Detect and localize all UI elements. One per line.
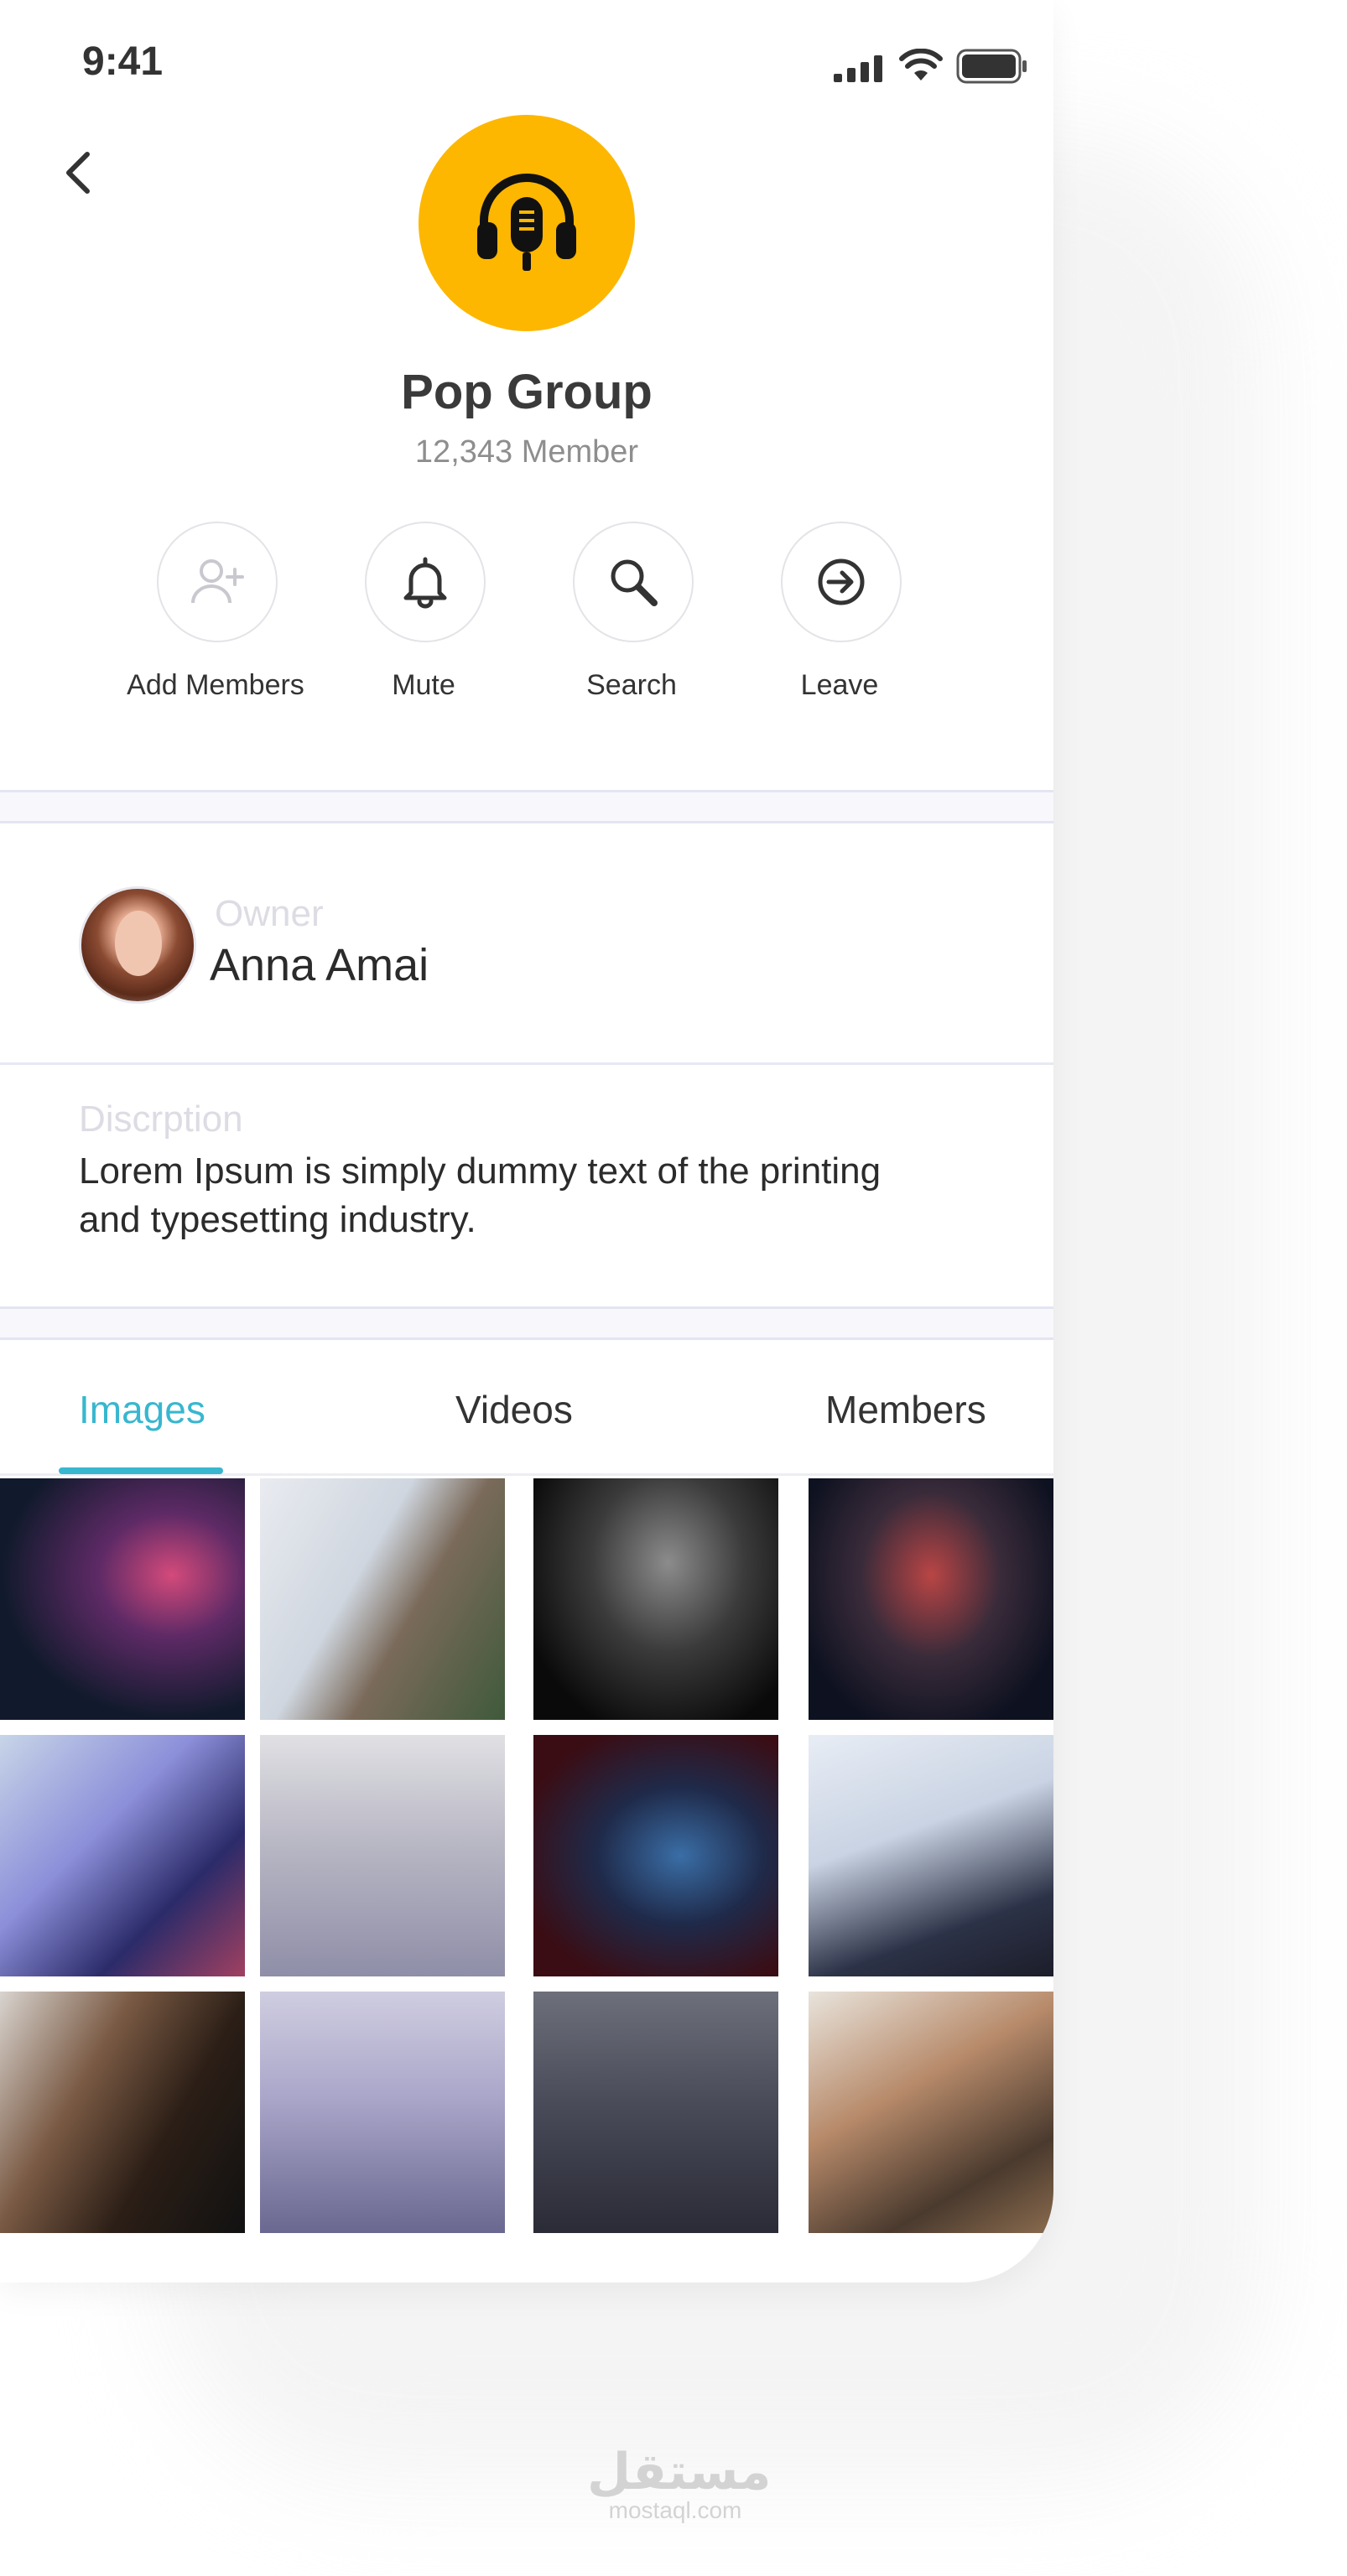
group-title: Pop Group	[401, 365, 653, 419]
search-icon	[611, 559, 658, 606]
phone-screen: 9:41 Pop Group 12,343 Member Add Members…	[0, 0, 1053, 2283]
search-circle[interactable]	[573, 522, 694, 642]
search-button[interactable]: Search	[528, 522, 738, 706]
mute-button[interactable]: Mute	[320, 522, 530, 706]
image-thumbnail[interactable]	[0, 1478, 245, 1720]
watermark-arabic: مستقل	[587, 2444, 772, 2500]
section-separator	[0, 790, 1053, 823]
leave-button[interactable]: Leave	[736, 522, 946, 706]
add-user-icon	[191, 559, 244, 604]
image-thumbnail[interactable]	[0, 1992, 245, 2233]
image-thumbnail[interactable]	[809, 1478, 1053, 1720]
image-thumbnail[interactable]	[809, 1992, 1053, 2233]
active-tab-indicator	[59, 1467, 223, 1474]
image-thumbnail[interactable]	[533, 1478, 778, 1720]
cellular-signal-icon	[834, 55, 882, 82]
tab-members[interactable]: Members	[825, 1387, 986, 1432]
owner-name[interactable]: Anna Amai	[210, 939, 429, 991]
image-thumbnail[interactable]	[260, 1992, 505, 2233]
wifi-icon	[899, 49, 943, 80]
leave-label: Leave	[800, 669, 879, 701]
status-bar: 9:41	[0, 0, 1053, 126]
leave-icon	[818, 558, 865, 605]
description-text: Lorem Ipsum is simply dummy text of the …	[79, 1150, 882, 1240]
headphones-microphone-icon	[477, 174, 576, 271]
owner-label: Owner	[215, 893, 324, 934]
tab-images[interactable]: Images	[79, 1387, 205, 1432]
battery-icon	[956, 49, 1027, 84]
leave-circle[interactable]	[781, 522, 902, 642]
status-time: 9:41	[82, 39, 164, 84]
divider	[0, 1062, 1053, 1065]
mute-circle[interactable]	[365, 522, 486, 642]
image-thumbnail[interactable]	[533, 1992, 778, 2233]
watermark-latin: mostaql.com	[608, 2497, 742, 2523]
image-thumbnail[interactable]	[0, 1735, 245, 1976]
group-member-count: 12,343 Member	[414, 434, 639, 470]
add-members-label: Add Members	[127, 669, 304, 701]
description-label: Discrption	[79, 1098, 243, 1140]
add-members-button[interactable]: Add Members	[112, 522, 322, 706]
owner-avatar-face	[115, 911, 162, 976]
add-members-circle[interactable]	[157, 522, 278, 642]
search-label: Search	[586, 669, 677, 701]
image-thumbnail[interactable]	[260, 1735, 505, 1976]
image-thumbnail[interactable]	[533, 1735, 778, 1976]
mute-label: Mute	[392, 669, 455, 701]
owner-avatar[interactable]	[79, 886, 196, 1004]
section-separator	[0, 1306, 1053, 1340]
image-thumbnail[interactable]	[260, 1478, 505, 1720]
group-avatar	[419, 115, 635, 331]
image-grid	[0, 1478, 1053, 2283]
back-chevron-icon[interactable]	[60, 149, 96, 196]
watermark: مستقل mostaql.com	[587, 2444, 772, 2524]
image-thumbnail[interactable]	[809, 1735, 1053, 1976]
tab-videos[interactable]: Videos	[455, 1387, 573, 1432]
bell-icon	[403, 557, 447, 609]
